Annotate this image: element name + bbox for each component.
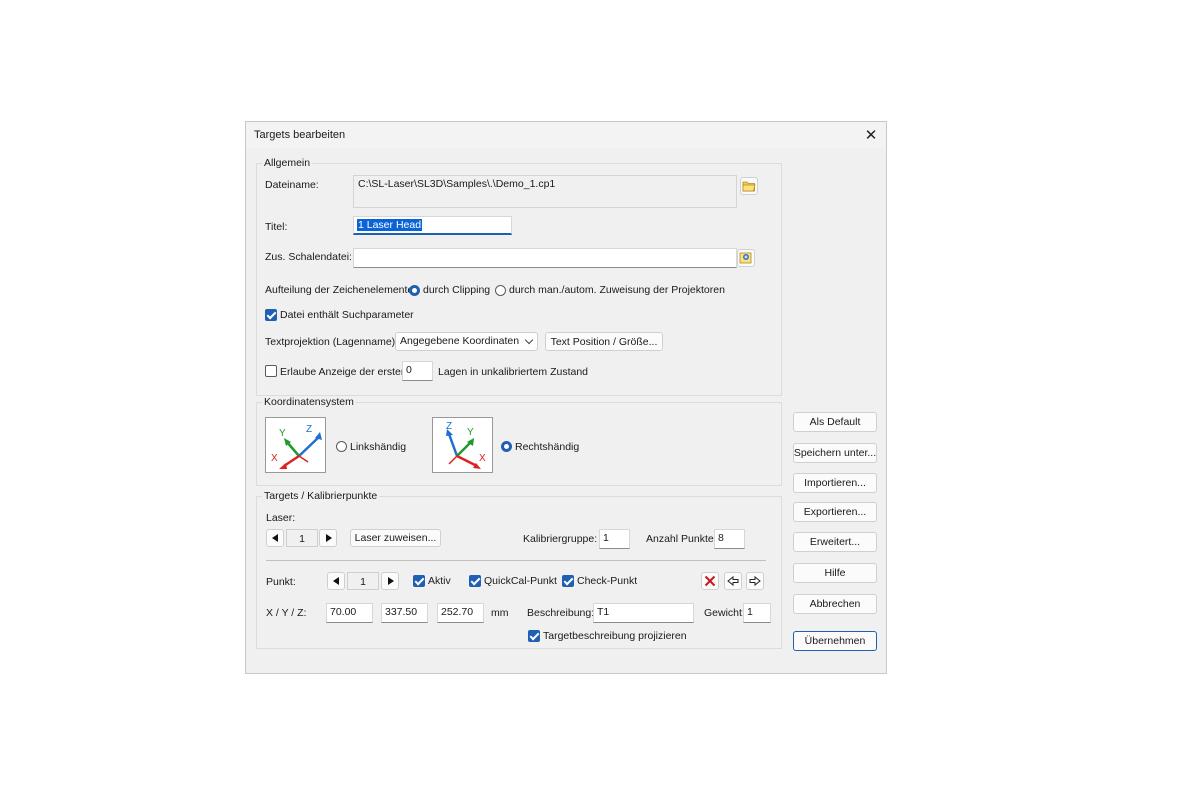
linkshaendig-image: Z Y X xyxy=(265,417,326,473)
aufteilung-label: Aufteilung der Zeichenelemente: xyxy=(265,284,417,296)
importieren-button[interactable]: Importieren... xyxy=(793,473,877,493)
schalendatei-input[interactable] xyxy=(353,248,737,268)
arrow-right-icon xyxy=(388,577,394,585)
punkt-prev-button[interactable] xyxy=(327,572,345,590)
textprojektion-select[interactable]: Angegebene Koordinaten xyxy=(395,332,538,351)
projizieren-label[interactable]: Targetbeschreibung projizieren xyxy=(543,630,687,642)
titel-input[interactable]: 1 Laser Head xyxy=(353,216,512,235)
textprojektion-value: Angegebene Koordinaten xyxy=(400,335,520,347)
arrow-left-icon xyxy=(272,534,278,542)
rechtshaendig-image: Z Y X xyxy=(432,417,493,473)
erlaube-input[interactable]: 0 xyxy=(402,361,433,381)
uebernehmen-button[interactable]: Übernehmen xyxy=(793,631,877,651)
laser-value: 1 xyxy=(286,529,318,547)
axis-x-label: X xyxy=(271,453,278,464)
xyz-label: X / Y / Z: xyxy=(266,607,307,619)
group-allgemein-label: Allgemein xyxy=(262,157,313,169)
abbrechen-button[interactable]: Abbrechen xyxy=(793,594,877,614)
delete-point-button[interactable] xyxy=(701,572,719,590)
targets-dialog: Targets bearbeiten ✕ Allgemein Dateiname… xyxy=(245,121,887,674)
hilfe-button[interactable]: Hilfe xyxy=(793,563,877,583)
punkt-value: 1 xyxy=(347,572,379,590)
dateiname-label: Dateiname: xyxy=(265,179,319,191)
aktiv-checkbox[interactable] xyxy=(413,575,425,587)
radio-rechtshaendig-label[interactable]: Rechtshändig xyxy=(515,441,579,453)
dateiname-field[interactable]: C:\SL-Laser\SL3D\Samples\.\Demo_1.cp1 xyxy=(353,175,737,208)
radio-clipping[interactable] xyxy=(409,285,420,296)
suchparameter-label[interactable]: Datei enthält Suchparameter xyxy=(280,309,414,321)
aktiv-label[interactable]: Aktiv xyxy=(428,575,451,587)
axis-z-label: Z xyxy=(446,421,452,432)
axis-x-label: X xyxy=(479,453,486,464)
unit-label: mm xyxy=(491,607,509,619)
chevron-down-icon xyxy=(524,335,534,345)
check-punkt-label[interactable]: Check-Punkt xyxy=(577,575,637,587)
anzahl-punkte-label: Anzahl Punkte: xyxy=(646,533,717,545)
radio-zuweisung-label[interactable]: durch man./autom. Zuweisung der Projekto… xyxy=(509,284,725,296)
targets-separator xyxy=(266,560,766,561)
quickcal-checkbox[interactable] xyxy=(469,575,481,587)
erweitert-button[interactable]: Erweitert... xyxy=(793,532,877,552)
move-point-left-button[interactable] xyxy=(724,572,742,590)
radio-zuweisung[interactable] xyxy=(495,285,506,296)
beschreibung-label: Beschreibung: xyxy=(527,607,595,619)
radio-linkshaendig[interactable] xyxy=(336,441,347,452)
close-icon[interactable]: ✕ xyxy=(856,122,886,148)
y-input[interactable]: 337.50 xyxy=(381,603,428,623)
quickcal-label[interactable]: QuickCal-Punkt xyxy=(484,575,557,587)
arrow-left-icon xyxy=(727,576,739,586)
title-bar: Targets bearbeiten ✕ xyxy=(246,122,886,148)
punkt-label: Punkt: xyxy=(266,576,296,588)
beschreibung-input[interactable]: T1 xyxy=(593,603,694,623)
erlaube-label[interactable]: Erlaube Anzeige der ersten xyxy=(280,366,407,378)
axis-y-label: Y xyxy=(467,427,474,438)
group-koordinaten-label: Koordinatensystem xyxy=(262,396,356,408)
x-input[interactable]: 70.00 xyxy=(326,603,373,623)
move-point-right-button[interactable] xyxy=(746,572,764,590)
radio-linkshaendig-label[interactable]: Linkshändig xyxy=(350,441,406,453)
axis-z-label: Z xyxy=(306,424,312,435)
delete-x-icon xyxy=(704,575,716,587)
dialog-title: Targets bearbeiten xyxy=(254,129,346,141)
gewicht-input[interactable]: 1 xyxy=(743,603,771,623)
punkt-next-button[interactable] xyxy=(381,572,399,590)
anzahl-punkte-input[interactable]: 8 xyxy=(714,529,745,549)
erlaube-checkbox[interactable] xyxy=(265,365,277,377)
laser-zuweisen-button[interactable]: Laser zuweisen... xyxy=(350,529,441,547)
laser-label: Laser: xyxy=(266,512,296,524)
radio-rechtshaendig[interactable] xyxy=(501,441,512,452)
check-punkt-checkbox[interactable] xyxy=(562,575,574,587)
exportieren-button[interactable]: Exportieren... xyxy=(793,502,877,522)
schalendatei-label: Zus. Schalendatei: xyxy=(265,251,352,263)
text-position-button[interactable]: Text Position / Größe... xyxy=(545,332,663,351)
browse-schalendatei-button[interactable] xyxy=(737,249,755,267)
file-open-icon xyxy=(739,252,752,264)
arrow-right-icon xyxy=(749,576,761,586)
als-default-button[interactable]: Als Default xyxy=(793,412,877,432)
projizieren-checkbox[interactable] xyxy=(528,630,540,642)
kalibriergruppe-label: Kalibriergruppe: xyxy=(523,533,598,545)
open-folder-button[interactable] xyxy=(740,177,758,195)
radio-clipping-label[interactable]: durch Clipping xyxy=(423,284,490,296)
group-targets-label: Targets / Kalibrierpunkte xyxy=(262,490,380,502)
suchparameter-checkbox[interactable] xyxy=(265,309,277,321)
laser-prev-button[interactable] xyxy=(266,529,284,547)
z-input[interactable]: 252.70 xyxy=(437,603,484,623)
kalibriergruppe-input[interactable]: 1 xyxy=(599,529,630,549)
gewicht-label: Gewicht: xyxy=(704,607,745,619)
folder-icon xyxy=(742,181,756,192)
lagen-label: Lagen in unkalibriertem Zustand xyxy=(438,366,589,378)
axis-y-label: Y xyxy=(279,428,286,439)
arrow-right-icon xyxy=(326,534,332,542)
titel-label: Titel: xyxy=(265,221,288,233)
arrow-left-icon xyxy=(333,577,339,585)
laser-next-button[interactable] xyxy=(319,529,337,547)
speichern-unter-button[interactable]: Speichern unter... xyxy=(793,443,877,463)
textprojektion-label: Textprojektion (Lagenname): xyxy=(265,336,399,348)
